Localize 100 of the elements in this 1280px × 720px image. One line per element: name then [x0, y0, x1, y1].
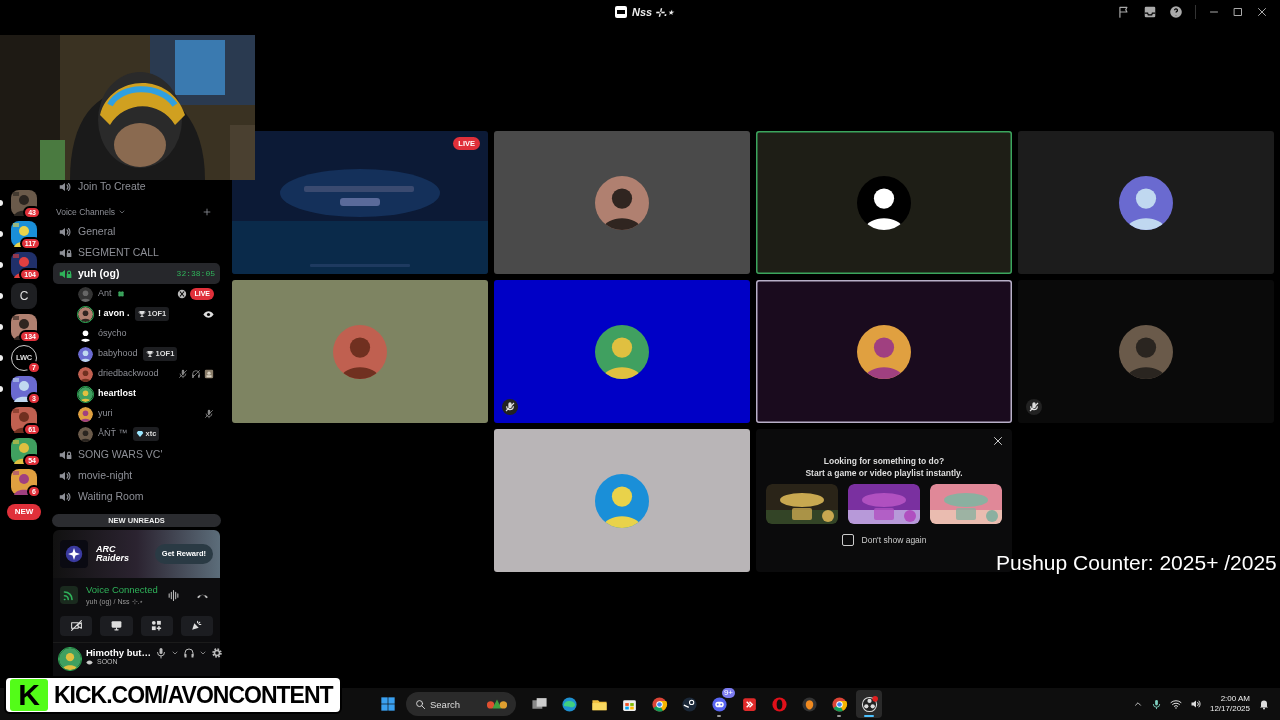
gem-icon — [135, 430, 144, 438]
voice-member[interactable]: yuri — [53, 404, 220, 424]
browser-icon[interactable] — [560, 695, 578, 713]
server-icon[interactable]: C — [11, 283, 37, 309]
category-header[interactable]: Voice Channels — [56, 205, 116, 219]
chevron-icon[interactable] — [170, 649, 179, 657]
search-icon — [415, 699, 426, 710]
microphone-icon[interactable] — [1150, 698, 1162, 710]
star-icon — [65, 545, 83, 563]
voice-channel[interactable]: yuh (og) 32:38:05 — [53, 263, 220, 284]
server-icon[interactable] — [11, 469, 37, 495]
microphone-icon[interactable] — [154, 647, 167, 659]
search-field[interactable]: Search — [406, 692, 516, 716]
signal-icon[interactable] — [60, 586, 78, 605]
voice-channel[interactable]: movie-night — [53, 465, 220, 486]
voice-member[interactable]: driedbackwood — [53, 364, 220, 384]
inbox-icon[interactable] — [1143, 5, 1157, 19]
avatar — [857, 175, 911, 230]
channel-name: General — [78, 223, 116, 239]
call-timer: 32:38:05 — [176, 267, 215, 280]
chevron-icon[interactable] — [198, 649, 207, 657]
member-name[interactable]: yuri — [98, 407, 113, 421]
prompt-text: Start a game or video playlist instantly. — [805, 467, 963, 479]
window-title: Nss ⊹.⋆ — [632, 5, 675, 20]
waveform-icon[interactable] — [167, 588, 180, 602]
voice-channel[interactable]: Waiting Room — [53, 486, 220, 507]
member-name[interactable]: Ant — [98, 287, 112, 301]
browser-icon[interactable] — [650, 695, 668, 713]
close-button[interactable] — [992, 435, 1004, 447]
clock-time: 2:00 AM — [1219, 694, 1250, 704]
recorder-icon[interactable] — [860, 695, 878, 713]
browser-icon[interactable] — [830, 695, 848, 713]
video-tile[interactable] — [494, 429, 750, 572]
avatar — [333, 324, 387, 379]
video-tile[interactable] — [494, 280, 750, 423]
start-icon[interactable] — [380, 696, 396, 712]
chat-icon[interactable] — [710, 695, 728, 713]
channel-name: SONG WARS VC' — [78, 446, 163, 462]
video-tile[interactable] — [494, 131, 750, 274]
headphones-icon[interactable] — [182, 647, 195, 659]
close-icon[interactable] — [1256, 6, 1268, 18]
channel-name: Join To Create — [78, 178, 146, 194]
help-icon[interactable] — [1169, 5, 1183, 19]
activity-icon — [204, 369, 214, 379]
member-name[interactable]: heartlost — [98, 387, 136, 401]
soundboard-button[interactable] — [180, 615, 213, 636]
voice-channel[interactable]: SONG WARS VC' — [53, 444, 220, 465]
camera-off-icon — [69, 619, 83, 633]
screen-share-button[interactable] — [100, 615, 133, 636]
trophy-icon — [137, 310, 146, 318]
eye-icon — [203, 308, 214, 320]
plus-icon[interactable] — [202, 207, 212, 217]
flag-icon[interactable] — [1117, 5, 1131, 19]
server-icon[interactable] — [11, 190, 37, 216]
wifi-icon[interactable] — [1169, 698, 1182, 710]
chevron-up-icon[interactable] — [1132, 699, 1143, 709]
chevron-icon — [118, 208, 127, 216]
member-name[interactable]: ÅŃŤ ™ — [98, 427, 128, 441]
server-icon[interactable] — [11, 376, 37, 402]
server-icon[interactable] — [11, 438, 37, 464]
username: Himothy but… — [86, 647, 151, 658]
video-tile[interactable] — [1018, 280, 1274, 423]
voice-member[interactable]: ósycho — [53, 324, 220, 344]
camera-off-button[interactable] — [60, 615, 93, 636]
video-tile[interactable] — [756, 280, 1012, 423]
counter-overlay: Pushup Counter: 2025+ /2025 — [996, 550, 1277, 576]
member-name[interactable]: ósycho — [98, 327, 127, 341]
avatar — [595, 324, 649, 379]
activities-button[interactable] — [140, 615, 173, 636]
voice-member[interactable]: heartlost — [53, 384, 220, 404]
server-icon[interactable] — [11, 314, 37, 340]
member-name[interactable]: driedbackwood — [98, 367, 159, 381]
server-logo-icon — [615, 6, 627, 19]
video-tile[interactable] — [756, 131, 1012, 274]
soundboard-icon — [190, 619, 204, 633]
server-icon[interactable] — [11, 252, 37, 278]
voice-channel[interactable]: Join To Create — [53, 176, 220, 197]
remote-icon[interactable] — [740, 695, 758, 713]
volume-icon[interactable] — [1189, 698, 1202, 710]
settings-icon[interactable] — [210, 647, 223, 659]
video-tile[interactable] — [232, 280, 488, 423]
maximize-icon[interactable] — [1232, 6, 1244, 18]
avatar — [595, 473, 649, 528]
new-badge[interactable]: NEW — [6, 504, 42, 520]
ornaments-icon — [486, 698, 508, 710]
bell-icon[interactable] — [1258, 698, 1270, 710]
video-tile[interactable] — [1018, 131, 1274, 274]
member-name[interactable]: ! avon . — [98, 307, 130, 321]
banner-text: KICK.COM/AVONCONTENT — [54, 680, 333, 710]
game-logo: ARC Raiders — [96, 545, 130, 563]
channel-name: movie-night — [78, 467, 133, 483]
channel-name: yuh (og) — [78, 265, 120, 281]
notification-count: 9+ — [721, 688, 735, 698]
member-name[interactable]: babyhood — [98, 347, 138, 361]
clover-icon — [116, 290, 125, 298]
voice-channel[interactable]: General — [53, 221, 220, 242]
voice-channel[interactable]: SEGMENT CALL — [53, 242, 220, 263]
server-icon[interactable] — [11, 407, 37, 433]
checkbox[interactable] — [841, 534, 854, 547]
avatar — [595, 175, 649, 230]
